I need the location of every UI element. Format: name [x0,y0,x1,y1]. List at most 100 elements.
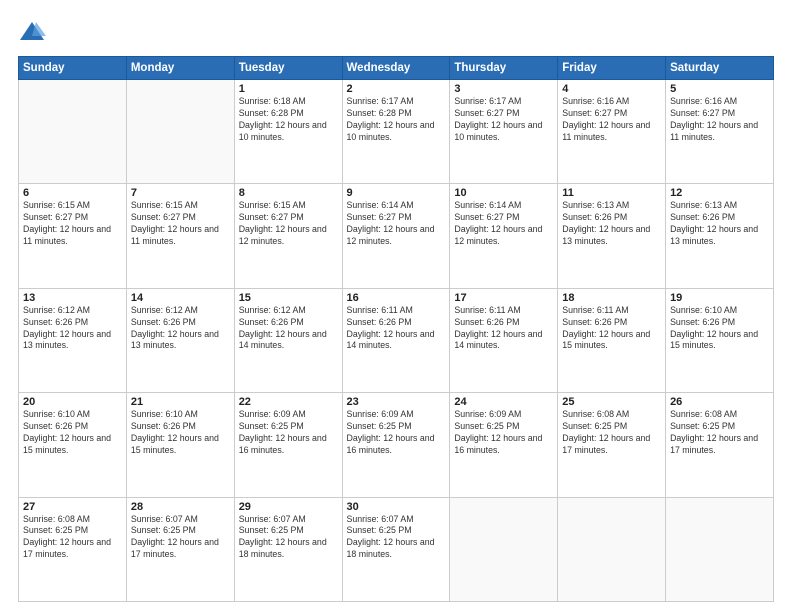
day-info: Sunrise: 6:09 AM Sunset: 6:25 PM Dayligh… [239,409,338,457]
day-number: 1 [239,83,338,95]
calendar-header: SundayMondayTuesdayWednesdayThursdayFrid… [19,57,774,80]
calendar-day-cell [558,497,666,601]
calendar-day-cell: 9Sunrise: 6:14 AM Sunset: 6:27 PM Daylig… [342,184,450,288]
calendar-day-cell [666,497,774,601]
calendar-day-cell: 13Sunrise: 6:12 AM Sunset: 6:26 PM Dayli… [19,288,127,392]
calendar-day-cell: 6Sunrise: 6:15 AM Sunset: 6:27 PM Daylig… [19,184,127,288]
calendar-week-row: 27Sunrise: 6:08 AM Sunset: 6:25 PM Dayli… [19,497,774,601]
calendar-week-row: 13Sunrise: 6:12 AM Sunset: 6:26 PM Dayli… [19,288,774,392]
day-info: Sunrise: 6:14 AM Sunset: 6:27 PM Dayligh… [347,200,446,248]
calendar-week-row: 20Sunrise: 6:10 AM Sunset: 6:26 PM Dayli… [19,393,774,497]
day-number: 23 [347,396,446,408]
day-number: 28 [131,501,230,513]
calendar-day-cell: 8Sunrise: 6:15 AM Sunset: 6:27 PM Daylig… [234,184,342,288]
day-info: Sunrise: 6:07 AM Sunset: 6:25 PM Dayligh… [347,514,446,562]
day-number: 8 [239,187,338,199]
day-number: 13 [23,292,122,304]
day-info: Sunrise: 6:08 AM Sunset: 6:25 PM Dayligh… [670,409,769,457]
day-number: 14 [131,292,230,304]
day-number: 30 [347,501,446,513]
day-number: 25 [562,396,661,408]
weekday-header: Tuesday [234,57,342,80]
weekday-header: Thursday [450,57,558,80]
day-info: Sunrise: 6:10 AM Sunset: 6:26 PM Dayligh… [131,409,230,457]
day-number: 29 [239,501,338,513]
calendar-day-cell: 18Sunrise: 6:11 AM Sunset: 6:26 PM Dayli… [558,288,666,392]
day-info: Sunrise: 6:10 AM Sunset: 6:26 PM Dayligh… [23,409,122,457]
day-info: Sunrise: 6:18 AM Sunset: 6:28 PM Dayligh… [239,96,338,144]
calendar-day-cell: 4Sunrise: 6:16 AM Sunset: 6:27 PM Daylig… [558,80,666,184]
day-info: Sunrise: 6:11 AM Sunset: 6:26 PM Dayligh… [562,305,661,353]
day-number: 15 [239,292,338,304]
page: SundayMondayTuesdayWednesdayThursdayFrid… [0,0,792,612]
calendar-day-cell: 16Sunrise: 6:11 AM Sunset: 6:26 PM Dayli… [342,288,450,392]
calendar-day-cell: 25Sunrise: 6:08 AM Sunset: 6:25 PM Dayli… [558,393,666,497]
day-info: Sunrise: 6:07 AM Sunset: 6:25 PM Dayligh… [131,514,230,562]
calendar-day-cell: 27Sunrise: 6:08 AM Sunset: 6:25 PM Dayli… [19,497,127,601]
day-info: Sunrise: 6:15 AM Sunset: 6:27 PM Dayligh… [23,200,122,248]
calendar-day-cell [19,80,127,184]
calendar-week-row: 1Sunrise: 6:18 AM Sunset: 6:28 PM Daylig… [19,80,774,184]
day-info: Sunrise: 6:11 AM Sunset: 6:26 PM Dayligh… [454,305,553,353]
day-number: 19 [670,292,769,304]
weekday-header: Wednesday [342,57,450,80]
calendar-day-cell: 14Sunrise: 6:12 AM Sunset: 6:26 PM Dayli… [126,288,234,392]
calendar-day-cell: 1Sunrise: 6:18 AM Sunset: 6:28 PM Daylig… [234,80,342,184]
calendar-day-cell: 10Sunrise: 6:14 AM Sunset: 6:27 PM Dayli… [450,184,558,288]
calendar-day-cell: 2Sunrise: 6:17 AM Sunset: 6:28 PM Daylig… [342,80,450,184]
day-number: 20 [23,396,122,408]
day-info: Sunrise: 6:13 AM Sunset: 6:26 PM Dayligh… [562,200,661,248]
day-number: 18 [562,292,661,304]
weekday-row: SundayMondayTuesdayWednesdayThursdayFrid… [19,57,774,80]
calendar-day-cell: 12Sunrise: 6:13 AM Sunset: 6:26 PM Dayli… [666,184,774,288]
day-info: Sunrise: 6:09 AM Sunset: 6:25 PM Dayligh… [454,409,553,457]
calendar-week-row: 6Sunrise: 6:15 AM Sunset: 6:27 PM Daylig… [19,184,774,288]
day-info: Sunrise: 6:17 AM Sunset: 6:28 PM Dayligh… [347,96,446,144]
day-info: Sunrise: 6:11 AM Sunset: 6:26 PM Dayligh… [347,305,446,353]
day-number: 2 [347,83,446,95]
day-info: Sunrise: 6:16 AM Sunset: 6:27 PM Dayligh… [562,96,661,144]
day-info: Sunrise: 6:08 AM Sunset: 6:25 PM Dayligh… [23,514,122,562]
calendar-day-cell: 3Sunrise: 6:17 AM Sunset: 6:27 PM Daylig… [450,80,558,184]
calendar-day-cell: 24Sunrise: 6:09 AM Sunset: 6:25 PM Dayli… [450,393,558,497]
day-number: 4 [562,83,661,95]
day-info: Sunrise: 6:15 AM Sunset: 6:27 PM Dayligh… [131,200,230,248]
calendar-day-cell: 21Sunrise: 6:10 AM Sunset: 6:26 PM Dayli… [126,393,234,497]
day-number: 27 [23,501,122,513]
calendar-day-cell: 15Sunrise: 6:12 AM Sunset: 6:26 PM Dayli… [234,288,342,392]
day-info: Sunrise: 6:16 AM Sunset: 6:27 PM Dayligh… [670,96,769,144]
day-number: 21 [131,396,230,408]
day-info: Sunrise: 6:08 AM Sunset: 6:25 PM Dayligh… [562,409,661,457]
day-info: Sunrise: 6:10 AM Sunset: 6:26 PM Dayligh… [670,305,769,353]
calendar-day-cell: 29Sunrise: 6:07 AM Sunset: 6:25 PM Dayli… [234,497,342,601]
day-info: Sunrise: 6:15 AM Sunset: 6:27 PM Dayligh… [239,200,338,248]
day-number: 16 [347,292,446,304]
calendar-table: SundayMondayTuesdayWednesdayThursdayFrid… [18,56,774,602]
calendar-day-cell: 17Sunrise: 6:11 AM Sunset: 6:26 PM Dayli… [450,288,558,392]
calendar-day-cell: 19Sunrise: 6:10 AM Sunset: 6:26 PM Dayli… [666,288,774,392]
day-number: 26 [670,396,769,408]
logo [18,18,50,46]
day-info: Sunrise: 6:12 AM Sunset: 6:26 PM Dayligh… [131,305,230,353]
logo-icon [18,18,46,46]
calendar-day-cell: 26Sunrise: 6:08 AM Sunset: 6:25 PM Dayli… [666,393,774,497]
day-number: 6 [23,187,122,199]
day-info: Sunrise: 6:12 AM Sunset: 6:26 PM Dayligh… [23,305,122,353]
calendar-body: 1Sunrise: 6:18 AM Sunset: 6:28 PM Daylig… [19,80,774,602]
day-info: Sunrise: 6:13 AM Sunset: 6:26 PM Dayligh… [670,200,769,248]
day-info: Sunrise: 6:17 AM Sunset: 6:27 PM Dayligh… [454,96,553,144]
calendar-day-cell: 28Sunrise: 6:07 AM Sunset: 6:25 PM Dayli… [126,497,234,601]
calendar-day-cell: 7Sunrise: 6:15 AM Sunset: 6:27 PM Daylig… [126,184,234,288]
day-number: 10 [454,187,553,199]
day-number: 7 [131,187,230,199]
day-info: Sunrise: 6:07 AM Sunset: 6:25 PM Dayligh… [239,514,338,562]
calendar-day-cell: 30Sunrise: 6:07 AM Sunset: 6:25 PM Dayli… [342,497,450,601]
day-number: 24 [454,396,553,408]
day-number: 9 [347,187,446,199]
weekday-header: Monday [126,57,234,80]
calendar-day-cell [450,497,558,601]
weekday-header: Saturday [666,57,774,80]
day-number: 3 [454,83,553,95]
day-info: Sunrise: 6:09 AM Sunset: 6:25 PM Dayligh… [347,409,446,457]
day-number: 12 [670,187,769,199]
